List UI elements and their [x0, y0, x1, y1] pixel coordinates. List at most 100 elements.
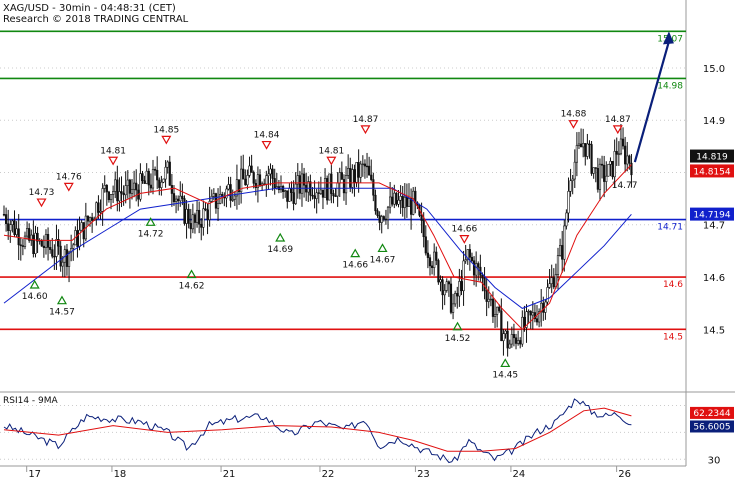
- candle-body: [15, 228, 18, 235]
- rsi-axis: 30: [708, 455, 721, 466]
- candle-body: [596, 168, 599, 190]
- candle-body: [462, 260, 465, 292]
- candle-body: [139, 173, 142, 200]
- swing-low-label: 14.62: [179, 282, 205, 292]
- candle-body: [613, 151, 616, 178]
- candle-body: [118, 191, 121, 202]
- time-tick-label: 23: [417, 469, 430, 480]
- candle-body: [158, 179, 161, 188]
- candle-body: [523, 316, 526, 328]
- candle-body: [198, 209, 201, 225]
- candle-body: [389, 196, 392, 208]
- candle-body: [493, 314, 497, 317]
- candle-body: [271, 168, 274, 179]
- price-tick-label: 15.0: [703, 64, 725, 75]
- candle-body: [151, 169, 155, 189]
- price-tick-label: 14.6: [703, 273, 725, 284]
- candle-body: [498, 306, 501, 312]
- candle-body: [426, 252, 429, 258]
- candle-body: [571, 178, 574, 181]
- candle-body: [164, 166, 167, 180]
- candle-body: [319, 189, 322, 194]
- candle-body: [372, 179, 375, 196]
- candle-body: [242, 168, 245, 180]
- candle-body: [355, 162, 358, 183]
- candle-body: [166, 161, 169, 168]
- candle-body: [464, 259, 467, 262]
- candle-body: [19, 244, 22, 246]
- candle-body: [267, 173, 270, 177]
- candle-body: [120, 191, 123, 194]
- price-tag-label: 14.819: [696, 153, 728, 163]
- candle-body: [204, 208, 207, 211]
- candle-body: [437, 260, 440, 283]
- candle-body: [179, 195, 182, 202]
- candle-body: [147, 170, 150, 186]
- swing-high-label: 14.85: [153, 125, 179, 135]
- swing-low-label: 14.72: [138, 229, 164, 239]
- candle-body: [170, 185, 173, 194]
- candle-body: [88, 217, 92, 222]
- candle-body: [500, 310, 503, 342]
- candle-body: [368, 165, 371, 176]
- candle-body: [13, 220, 16, 235]
- candle-body: [4, 214, 8, 224]
- candle-body: [376, 210, 379, 216]
- candle-body: [292, 192, 295, 204]
- candle-body: [621, 138, 625, 147]
- candle-body: [342, 179, 346, 194]
- candle-body: [424, 236, 427, 254]
- candle-body: [475, 263, 478, 276]
- candle-body: [321, 189, 325, 198]
- time-tick-label: 26: [618, 469, 631, 480]
- level-label: 14.6: [663, 280, 683, 290]
- candle-body: [334, 195, 337, 197]
- candle-body: [160, 181, 163, 188]
- candle-body: [374, 194, 377, 212]
- swing-high-label: 14.81: [318, 146, 344, 156]
- candle-body: [567, 191, 570, 214]
- candle-body: [328, 173, 331, 201]
- candle-body: [519, 340, 522, 345]
- candle-body: [569, 180, 572, 192]
- candle-body: [433, 251, 436, 268]
- swing-high-label: 14.76: [56, 172, 82, 182]
- candle-body: [23, 235, 27, 247]
- candle-body: [294, 183, 297, 204]
- candle-body: [80, 222, 83, 231]
- candle-body: [233, 195, 236, 200]
- candle-body: [460, 281, 463, 292]
- swing-low-label: 14.45: [492, 370, 518, 380]
- candle-body: [447, 281, 450, 285]
- candle-body: [212, 193, 215, 197]
- candle-body: [124, 185, 127, 196]
- swing-low-label: 14.60: [22, 292, 48, 302]
- candle-body: [535, 318, 539, 323]
- candle-body: [61, 261, 64, 267]
- candle-body: [133, 182, 136, 190]
- candle-body: [412, 190, 415, 215]
- candle-body: [112, 191, 115, 195]
- candle-body: [508, 343, 511, 349]
- swing-low-label: 14.66: [342, 261, 368, 271]
- candle-body: [428, 257, 432, 267]
- candle-body: [592, 167, 595, 174]
- swing-high-label: 14.84: [254, 131, 280, 141]
- candle-body: [143, 180, 146, 184]
- candle-body: [550, 277, 553, 285]
- header-copyright: Research © 2018 TRADING CENTRAL: [3, 14, 189, 25]
- candle-body: [514, 337, 518, 344]
- candle-body: [384, 218, 388, 221]
- candle-body: [609, 160, 612, 165]
- candle-body: [435, 251, 438, 261]
- candle-body: [443, 290, 446, 296]
- candle-body: [86, 215, 90, 222]
- level-label: 14.98: [657, 81, 683, 91]
- candle-body: [326, 178, 329, 201]
- candle-body: [546, 287, 549, 303]
- candle-body: [410, 198, 413, 215]
- candle-body: [584, 143, 587, 157]
- candle-body: [109, 194, 113, 201]
- candle-body: [135, 182, 138, 191]
- candle-body: [353, 169, 356, 183]
